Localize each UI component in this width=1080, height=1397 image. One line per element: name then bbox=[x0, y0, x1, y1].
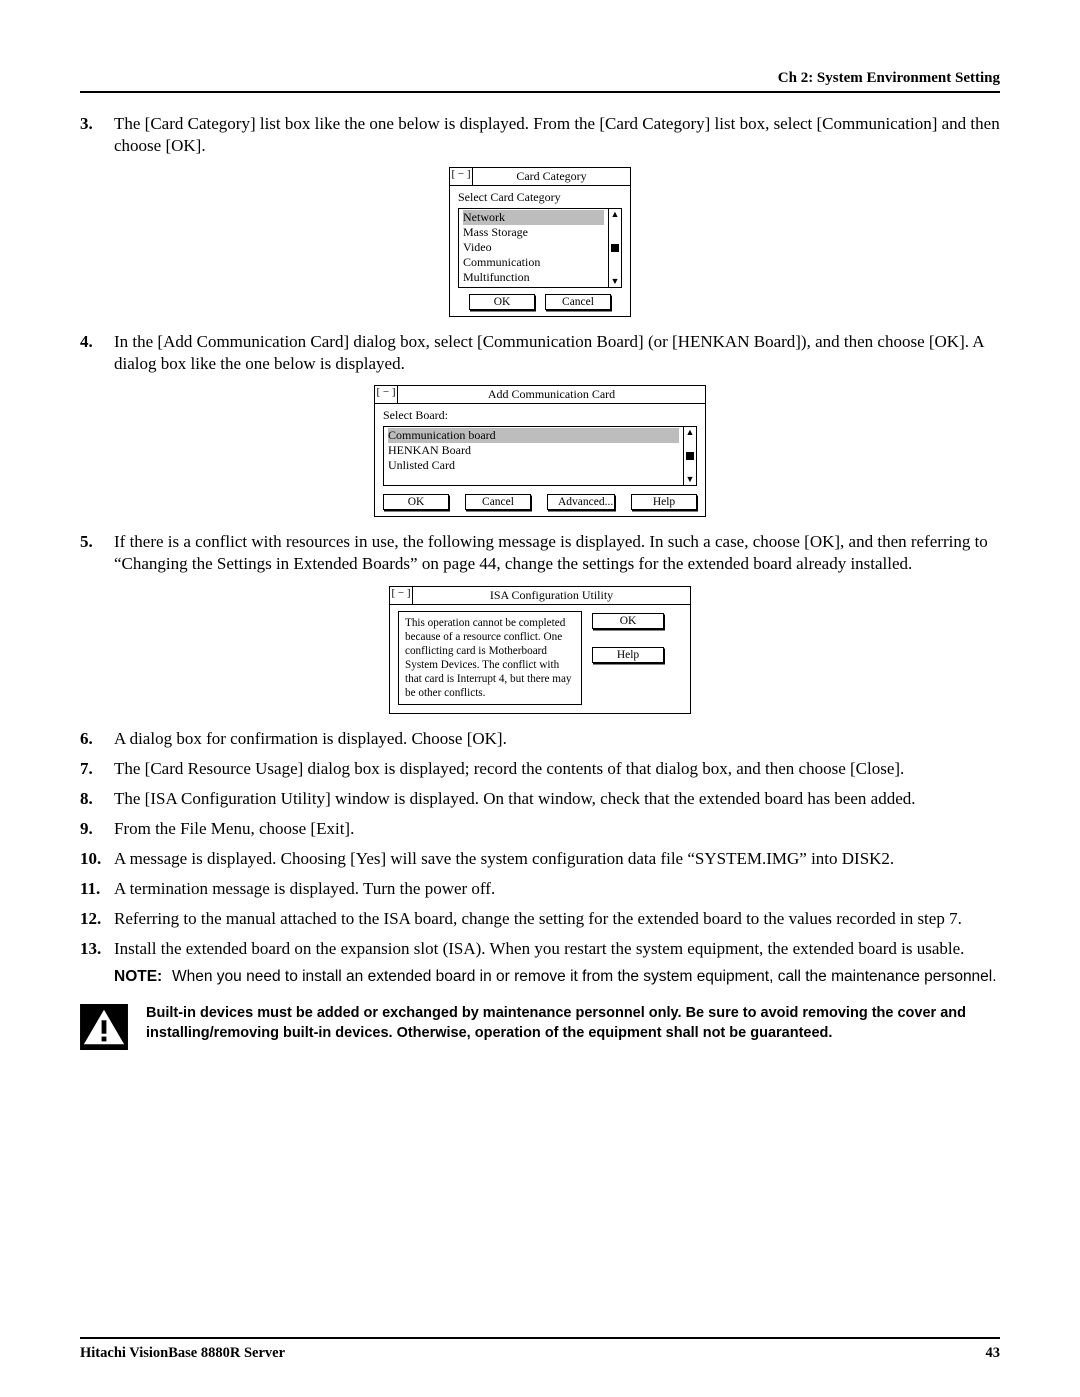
step-text: A message is displayed. Choosing [Yes] w… bbox=[114, 848, 1000, 870]
footer-rule bbox=[80, 1337, 1000, 1339]
step-number: 5. bbox=[80, 531, 114, 575]
step-list: 3. The [Card Category] list box like the… bbox=[80, 113, 1000, 157]
list-item[interactable]: Communication bbox=[463, 255, 604, 270]
step-number: 12. bbox=[80, 908, 114, 930]
warning-text: Built-in devices must be added or exchan… bbox=[146, 1004, 1000, 1043]
ok-button[interactable]: OK bbox=[383, 494, 449, 510]
step-text: The [Card Category] list box like the on… bbox=[114, 113, 1000, 157]
step-number: 8. bbox=[80, 788, 114, 810]
list-item[interactable]: Mass Storage bbox=[463, 225, 604, 240]
list-item[interactable]: Multifunction bbox=[463, 270, 604, 285]
dialog-body: Select Card Category Network Mass Storag… bbox=[450, 186, 630, 316]
dialog-title: ISA Configuration Utility bbox=[413, 587, 690, 604]
step-text: In the [Add Communication Card] dialog b… bbox=[114, 331, 1000, 375]
list-item[interactable]: Communication board bbox=[388, 428, 679, 443]
scroll-up-icon[interactable]: ▲ bbox=[611, 210, 620, 219]
note-label: NOTE: bbox=[114, 968, 172, 986]
listbox-label: Select Board: bbox=[383, 408, 697, 423]
board-listbox[interactable]: Communication board HENKAN Board Unliste… bbox=[383, 426, 697, 486]
dialog-isa-conflict-wrap: [ − ] ISA Configuration Utility This ope… bbox=[80, 586, 1000, 714]
page-number: 43 bbox=[986, 1345, 1001, 1362]
step-7: 7. The [Card Resource Usage] dialog box … bbox=[80, 758, 1000, 780]
scroll-knob[interactable] bbox=[611, 244, 619, 252]
page-header: Ch 2: System Environment Setting bbox=[80, 70, 1000, 87]
dialog-title: Card Category bbox=[473, 168, 630, 185]
step-3: 3. The [Card Category] list box like the… bbox=[80, 113, 1000, 157]
listbox-label: Select Card Category bbox=[458, 190, 622, 205]
step-6: 6. A dialog box for confirmation is disp… bbox=[80, 728, 1000, 750]
advanced-button[interactable]: Advanced... bbox=[547, 494, 615, 510]
ok-button[interactable]: OK bbox=[469, 294, 535, 310]
dialog-body: This operation cannot be completed becau… bbox=[390, 605, 690, 713]
step-8: 8. The [ISA Configuration Utility] windo… bbox=[80, 788, 1000, 810]
step-13: 13. Install the extended board on the ex… bbox=[80, 938, 1000, 960]
dialog-titlebar: [ − ] Card Category bbox=[450, 168, 630, 186]
step-text: Referring to the manual attached to the … bbox=[114, 908, 1000, 930]
scrollbar[interactable]: ▲ ▼ bbox=[683, 427, 696, 485]
step-number: 3. bbox=[80, 113, 114, 157]
step-number: 11. bbox=[80, 878, 114, 900]
note-text: When you need to install an extended boa… bbox=[172, 968, 997, 986]
dialog-isa-conflict: [ − ] ISA Configuration Utility This ope… bbox=[389, 586, 691, 714]
step-5: 5. If there is a conflict with resources… bbox=[80, 531, 1000, 575]
step-text: From the File Menu, choose [Exit]. bbox=[114, 818, 1000, 840]
footer-product: Hitachi VisionBase 8880R Server bbox=[80, 1345, 285, 1362]
step-list: 5. If there is a conflict with resources… bbox=[80, 531, 1000, 575]
step-11: 11. A termination message is displayed. … bbox=[80, 878, 1000, 900]
list-item[interactable]: Unlisted Card bbox=[388, 458, 679, 473]
step-number: 6. bbox=[80, 728, 114, 750]
list-item[interactable]: HENKAN Board bbox=[388, 443, 679, 458]
step-number: 4. bbox=[80, 331, 114, 375]
step-text: The [Card Resource Usage] dialog box is … bbox=[114, 758, 1000, 780]
help-button[interactable]: Help bbox=[631, 494, 697, 510]
step-list: 6. A dialog box for confirmation is disp… bbox=[80, 728, 1000, 961]
dialog-add-comm-card-wrap: [ − ] Add Communication Card Select Boar… bbox=[80, 385, 1000, 517]
close-icon[interactable]: [ − ] bbox=[390, 587, 413, 604]
scroll-down-icon[interactable]: ▼ bbox=[686, 475, 695, 484]
list-item[interactable]: Video bbox=[463, 240, 604, 255]
step-list: 4. In the [Add Communication Card] dialo… bbox=[80, 331, 1000, 375]
step-number: 9. bbox=[80, 818, 114, 840]
dialog-title: Add Communication Card bbox=[398, 386, 705, 403]
scroll-up-icon[interactable]: ▲ bbox=[686, 428, 695, 437]
scroll-down-icon[interactable]: ▼ bbox=[611, 277, 620, 286]
header-rule bbox=[80, 91, 1000, 93]
scrollbar[interactable]: ▲ ▼ bbox=[608, 209, 621, 287]
conflict-message: This operation cannot be completed becau… bbox=[398, 611, 582, 705]
page-footer: Hitachi VisionBase 8880R Server 43 bbox=[80, 1337, 1000, 1362]
step-text: A termination message is displayed. Turn… bbox=[114, 878, 1000, 900]
step-text: The [ISA Configuration Utility] window i… bbox=[114, 788, 1000, 810]
close-icon[interactable]: [ − ] bbox=[375, 386, 398, 403]
step-9: 9. From the File Menu, choose [Exit]. bbox=[80, 818, 1000, 840]
dialog-body: Select Board: Communication board HENKAN… bbox=[375, 404, 705, 516]
step-number: 7. bbox=[80, 758, 114, 780]
dialog-card-category: [ − ] Card Category Select Card Category… bbox=[449, 167, 631, 317]
step-12: 12. Referring to the manual attached to … bbox=[80, 908, 1000, 930]
scroll-knob[interactable] bbox=[686, 452, 694, 460]
step-number: 13. bbox=[80, 938, 114, 960]
card-category-listbox[interactable]: Network Mass Storage Video Communication… bbox=[458, 208, 622, 288]
ok-button[interactable]: OK bbox=[592, 613, 664, 629]
dialog-card-category-wrap: [ − ] Card Category Select Card Category… bbox=[80, 167, 1000, 317]
dialog-titlebar: [ − ] Add Communication Card bbox=[375, 386, 705, 404]
step-4: 4. In the [Add Communication Card] dialo… bbox=[80, 331, 1000, 375]
step-text: If there is a conflict with resources in… bbox=[114, 531, 1000, 575]
cancel-button[interactable]: Cancel bbox=[545, 294, 611, 310]
list-item[interactable]: Network bbox=[463, 210, 604, 225]
note-block: NOTE: When you need to install an extend… bbox=[114, 968, 1000, 986]
cancel-button[interactable]: Cancel bbox=[465, 494, 531, 510]
step-10: 10. A message is displayed. Choosing [Ye… bbox=[80, 848, 1000, 870]
document-page: Ch 2: System Environment Setting 3. The … bbox=[0, 0, 1080, 1397]
dialog-titlebar: [ − ] ISA Configuration Utility bbox=[390, 587, 690, 605]
help-button[interactable]: Help bbox=[592, 647, 664, 663]
dialog-add-comm-card: [ − ] Add Communication Card Select Boar… bbox=[374, 385, 706, 517]
step-text: Install the extended board on the expans… bbox=[114, 938, 1000, 960]
warning-icon bbox=[80, 1004, 128, 1050]
step-number: 10. bbox=[80, 848, 114, 870]
close-icon[interactable]: [ − ] bbox=[450, 168, 473, 185]
step-text: A dialog box for confirmation is display… bbox=[114, 728, 1000, 750]
warning-block: Built-in devices must be added or exchan… bbox=[80, 1004, 1000, 1050]
